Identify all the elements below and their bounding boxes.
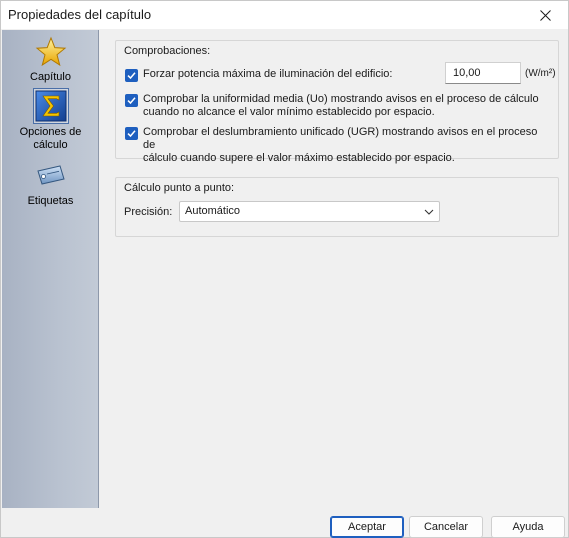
uniformity-row: Comprobar la uniformidad media (Uo) most… [125,93,552,119]
glare-row: Comprobar el deslumbramiento unificado (… [125,126,552,165]
options-panel: Comprobaciones: Forzar potencia máxima d… [100,30,567,508]
power-unit: (W/m²) [525,68,556,79]
close-icon [539,9,551,21]
glare-label-line1: Comprobar el deslumbramiento unificado (… [143,126,538,151]
group-title: Comprobaciones: [124,45,211,57]
group-title: Cálculo punto a punto: [124,182,235,194]
checkmark-icon [127,130,136,138]
uniformity-label: Comprobar la uniformidad media (Uo) most… [143,93,539,119]
point-calc-group: Cálculo punto a punto: Precisión: Automá… [115,177,559,237]
sidebar-item-label: Capítulo [30,71,71,83]
sigma-icon [35,90,66,122]
force-power-label: Forzar potencia máxima de iluminación de… [143,68,393,80]
force-power-checkbox[interactable] [125,69,138,82]
sidebar: Capítulo Opciones de cálculo Etiquetas [2,30,99,508]
help-button[interactable]: Ayuda [491,516,565,538]
star-icon [35,36,66,67]
sidebar-item-opciones-calculo[interactable]: Opciones de cálculo [2,88,99,152]
tag-icon [36,165,65,185]
close-button[interactable] [522,1,568,29]
properties-dialog: Propiedades del capítulo Capítulo Opcion… [0,0,569,538]
sidebar-item-label: Opciones de cálculo [19,126,82,151]
sidebar-item-capitulo[interactable]: Capítulo [2,36,99,84]
checks-group: Comprobaciones: Forzar potencia máxima d… [115,40,559,164]
precision-select[interactable]: Automático [179,201,440,222]
glare-checkbox[interactable] [125,127,138,140]
sidebar-item-label: Etiquetas [27,195,74,207]
chevron-down-icon [424,209,434,215]
precision-value: Automático [185,205,241,217]
accept-button[interactable]: Aceptar [330,516,404,538]
uniformity-checkbox[interactable] [125,94,138,107]
glare-label-line2: cálculo cuando supere el valor máximo es… [143,152,455,164]
glare-label: Comprobar el deslumbramiento unificado (… [143,126,552,165]
precision-label: Precisión: [124,206,173,218]
checkmark-icon [127,97,136,105]
power-value-input[interactable] [445,62,521,84]
uniformity-label-line1: Comprobar la uniformidad media (Uo) most… [143,93,539,105]
window-title: Propiedades del capítulo [8,7,152,22]
checkmark-icon [127,72,136,80]
uniformity-label-line2: cuando no alcance el valor mínimo establ… [143,106,435,118]
cancel-button[interactable]: Cancelar [409,516,483,538]
sidebar-item-etiquetas[interactable]: Etiquetas [2,160,99,208]
title-bar: Propiedades del capítulo [1,1,568,29]
